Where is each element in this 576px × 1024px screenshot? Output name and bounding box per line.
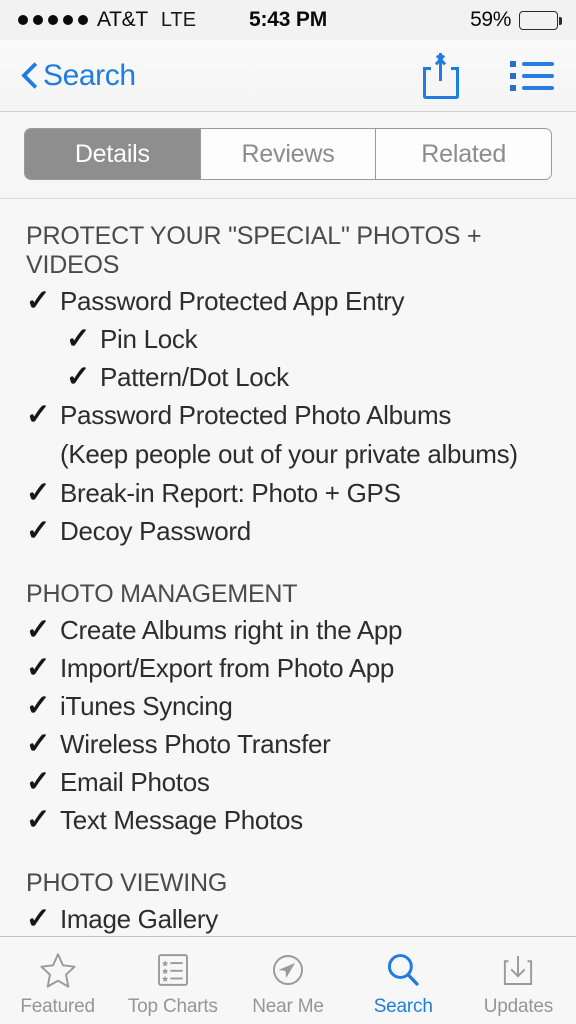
- feature-label: Wireless Photo Transfer: [60, 729, 331, 759]
- status-bar: AT&T LTE 5:43 PM 59%: [0, 0, 576, 40]
- tab-search[interactable]: Search: [346, 937, 461, 1024]
- feature-label: Pattern/Dot Lock: [100, 362, 289, 392]
- list-icon[interactable]: [510, 60, 554, 91]
- nav-actions: [420, 52, 554, 99]
- feature-label: Password Protected App Entry: [60, 286, 405, 316]
- feature-note-label: (Keep people out of your private albums): [60, 439, 518, 469]
- star-icon: [37, 949, 79, 991]
- feature-section: PHOTO VIEWING ✓ Image Gallery ✓ Slidesho…: [26, 869, 550, 936]
- check-icon: ✓: [26, 903, 51, 935]
- chevron-left-icon: [22, 63, 37, 89]
- battery-percent-label: 59%: [470, 8, 511, 31]
- feature-item: ✓ Password Protected Photo Albums: [26, 401, 550, 430]
- feature-item: ✓ Pin Lock: [26, 325, 550, 354]
- tab-label: Near Me: [252, 996, 324, 1017]
- check-icon: ✓: [26, 690, 51, 722]
- segmented-control-container: Details Reviews Related: [0, 112, 576, 199]
- check-icon: ✓: [26, 766, 51, 798]
- tab-details[interactable]: Details: [25, 129, 201, 179]
- section-title: PROTECT YOUR "SPECIAL" PHOTOS + VIDEOS: [26, 222, 482, 279]
- compass-icon: [267, 949, 309, 991]
- feature-item: ✓ Text Message Photos: [26, 806, 550, 835]
- tab-label: Search: [373, 996, 433, 1017]
- feature-item: ✓ Decoy Password: [26, 517, 550, 546]
- feature-item: ✓ Email Photos: [26, 768, 550, 797]
- feature-item: ✓ Create Albums right in the App: [26, 616, 550, 645]
- ranked-list-icon: [152, 949, 194, 991]
- download-icon: [497, 949, 539, 991]
- tab-top-charts[interactable]: Top Charts: [115, 937, 230, 1024]
- check-icon: ✓: [26, 614, 51, 646]
- check-icon: ✓: [26, 652, 51, 684]
- feature-label: iTunes Syncing: [60, 691, 233, 721]
- back-button-label: Search: [43, 58, 136, 92]
- check-icon: ✓: [66, 323, 91, 355]
- feature-section: PROTECT YOUR "SPECIAL" PHOTOS + VIDEOS ✓…: [26, 222, 550, 546]
- tab-near-me[interactable]: Near Me: [230, 937, 345, 1024]
- feature-item: ✓ Image Gallery: [26, 905, 550, 934]
- tab-featured[interactable]: Featured: [0, 937, 115, 1024]
- tab-related[interactable]: Related: [376, 129, 551, 179]
- tab-bar: Featured Top Charts Near Me Search Updat…: [0, 936, 576, 1024]
- battery-icon: [519, 10, 562, 30]
- check-icon: ✓: [26, 285, 51, 317]
- feature-section: PHOTO MANAGEMENT ✓ Create Albums right i…: [26, 580, 550, 835]
- feature-label: Image Gallery: [60, 904, 218, 934]
- tab-updates[interactable]: Updates: [461, 937, 576, 1024]
- segmented-control[interactable]: Details Reviews Related: [24, 128, 552, 180]
- section-title: PHOTO VIEWING: [26, 869, 228, 897]
- feature-label: Decoy Password: [60, 516, 251, 546]
- check-icon: ✓: [66, 361, 91, 393]
- details-content: PROTECT YOUR "SPECIAL" PHOTOS + VIDEOS ✓…: [0, 200, 576, 936]
- status-right: 59%: [470, 8, 562, 32]
- check-icon: ✓: [26, 399, 51, 431]
- feature-label: Password Protected Photo Albums: [60, 400, 452, 430]
- feature-label: Text Message Photos: [60, 805, 303, 835]
- feature-note: (Keep people out of your private albums): [26, 439, 550, 470]
- share-icon[interactable]: [420, 52, 462, 99]
- check-icon: ✓: [26, 515, 51, 547]
- check-icon: ✓: [26, 804, 51, 836]
- back-button[interactable]: Search: [22, 59, 136, 93]
- feature-item: ✓ iTunes Syncing: [26, 692, 550, 721]
- section-title: PHOTO MANAGEMENT: [26, 580, 298, 608]
- check-icon: ✓: [26, 728, 51, 760]
- tab-label: Updates: [483, 996, 554, 1017]
- feature-item: ✓ Password Protected App Entry: [26, 287, 550, 316]
- tab-label: Top Charts: [127, 996, 218, 1017]
- feature-item: ✓ Wireless Photo Transfer: [26, 730, 550, 759]
- navigation-bar: Search: [0, 40, 576, 112]
- tab-label: Featured: [20, 996, 95, 1017]
- feature-label: Pin Lock: [100, 324, 198, 354]
- feature-item: ✓ Import/Export from Photo App: [26, 654, 550, 683]
- search-icon: [382, 949, 424, 991]
- feature-label: Break-in Report: Photo + GPS: [60, 478, 401, 508]
- feature-item: ✓ Pattern/Dot Lock: [26, 363, 550, 392]
- feature-label: Email Photos: [60, 767, 210, 797]
- feature-label: Create Albums right in the App: [60, 615, 403, 645]
- check-icon: ✓: [26, 477, 51, 509]
- feature-label: Import/Export from Photo App: [60, 653, 395, 683]
- feature-item: ✓ Break-in Report: Photo + GPS: [26, 479, 550, 508]
- tab-reviews[interactable]: Reviews: [200, 129, 377, 179]
